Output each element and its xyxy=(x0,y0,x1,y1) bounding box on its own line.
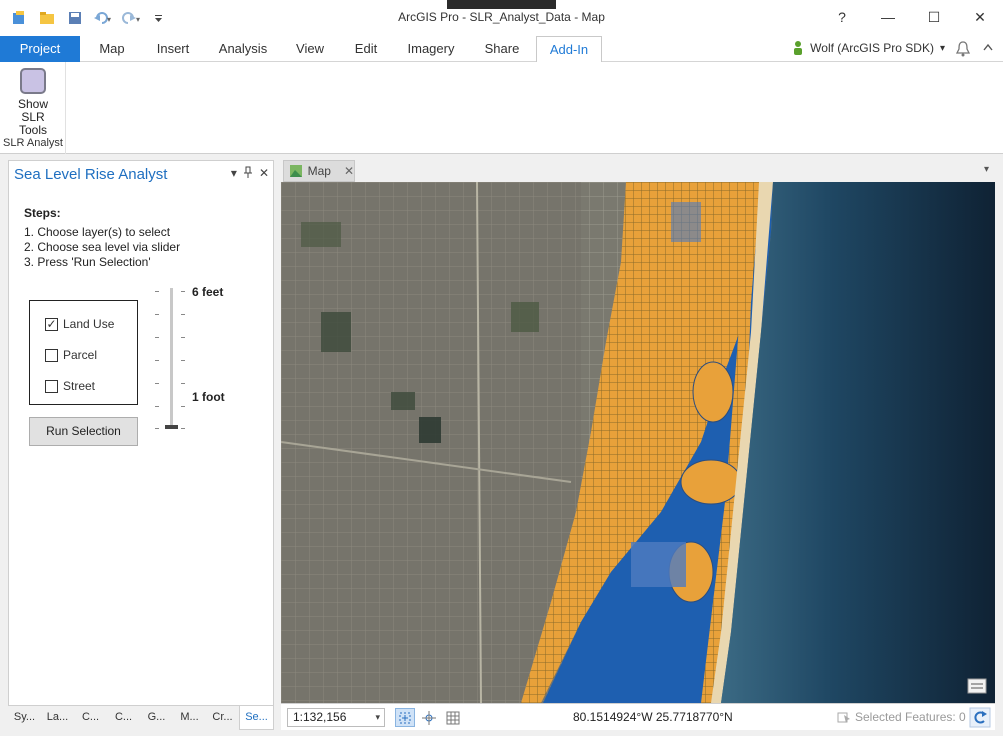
user-dropdown-icon: ▾ xyxy=(939,42,945,54)
parcel-label: Parcel xyxy=(63,348,98,362)
run-selection-button[interactable]: Run Selection xyxy=(29,417,138,446)
user-icon xyxy=(794,41,803,55)
checkbox-unchecked-icon xyxy=(45,348,58,362)
tab-geoprocessing[interactable]: G... xyxy=(140,706,173,730)
map-tabs-dropdown-icon[interactable]: ▾ xyxy=(984,164,989,175)
selected-features-icon xyxy=(837,712,850,723)
ribbon-panel: Show SLR Tools SLR Analyst xyxy=(0,62,1003,154)
map-tab[interactable]: Map ✕ xyxy=(283,160,355,182)
pane-title: Sea Level Rise Analyst xyxy=(14,166,168,183)
slider-tick xyxy=(155,383,159,384)
tab-symbology[interactable]: Sy... xyxy=(8,706,41,730)
help-button[interactable]: ? xyxy=(819,0,865,34)
map-canvas[interactable] xyxy=(281,182,995,703)
ribbon-collapse-icon[interactable] xyxy=(983,42,993,54)
land-use-label: Land Use xyxy=(63,317,115,331)
tab-imagery[interactable]: Imagery xyxy=(400,36,462,62)
map-tab-bar: Map ✕ ▾ xyxy=(281,160,995,182)
land-use-checkbox[interactable]: ✓ Land Use xyxy=(45,317,114,331)
street-checkbox[interactable]: Street xyxy=(45,379,95,393)
slider-tick xyxy=(181,428,185,429)
slider-thumb[interactable] xyxy=(165,425,178,429)
pane-close-icon[interactable]: ✕ xyxy=(259,166,269,181)
maximize-button[interactable]: ☐ xyxy=(911,0,957,34)
ribbon-group-slr-analyst: Show SLR Tools SLR Analyst xyxy=(0,62,66,154)
snapping-icon[interactable] xyxy=(419,708,439,727)
ribbon-group-label: SLR Analyst xyxy=(3,137,63,149)
map-icon xyxy=(290,165,302,177)
pane-controls: ▾ ✕ xyxy=(231,166,269,181)
user-account[interactable]: Wolf (ArcGIS Pro SDK) ▾ xyxy=(792,40,945,56)
slider-max-label: 6 feet xyxy=(192,285,224,299)
tab-sea-level[interactable]: Se... xyxy=(239,706,274,730)
map-tab-close-icon[interactable]: ✕ xyxy=(344,164,354,178)
selected-features-label: Selected Features: 0 xyxy=(855,710,966,724)
scale-value: 1:132,156 xyxy=(293,710,347,724)
slider-tick xyxy=(181,314,185,315)
map-status-bar: 1:132,156 ▾ 80.1514924°W 25.7718770°N Se… xyxy=(281,703,995,730)
tab-catalog[interactable]: C... xyxy=(74,706,107,730)
coordinate-readout: 80.1514924°W 25.7718770°N xyxy=(573,710,733,724)
step-1: 1. Choose layer(s) to select xyxy=(24,225,171,239)
tab-edit[interactable]: Edit xyxy=(346,36,386,62)
title-notch xyxy=(447,0,556,9)
slider-tick xyxy=(155,314,159,315)
pin-icon[interactable] xyxy=(243,166,253,181)
tab-analysis[interactable]: Analysis xyxy=(212,36,274,62)
close-button[interactable]: ✕ xyxy=(957,0,1003,34)
tab-insert[interactable]: Insert xyxy=(148,36,198,62)
street-label: Street xyxy=(63,379,96,393)
layer-selection-box: ✓ Land Use Parcel Street xyxy=(29,300,138,405)
step-2: 2. Choose sea level via slider xyxy=(24,240,181,254)
slider-tick xyxy=(155,337,159,338)
grid-icon[interactable] xyxy=(443,708,463,727)
slider-min-label: 1 foot xyxy=(192,390,225,404)
notification-bell-icon[interactable] xyxy=(955,40,971,61)
map-tab-label: Map xyxy=(307,164,331,178)
tab-view[interactable]: View xyxy=(288,36,332,62)
slider-tick xyxy=(181,337,185,338)
tab-create[interactable]: Cr... xyxy=(206,706,239,730)
sea-level-rise-pane: Sea Level Rise Analyst ▾ ✕ Steps: 1. Cho… xyxy=(8,160,274,706)
tab-contents[interactable]: C... xyxy=(107,706,140,730)
scale-selector[interactable]: 1:132,156 ▾ xyxy=(287,708,385,727)
tab-add-in[interactable]: Add-In xyxy=(536,36,602,63)
title-bar: ▾ ▾ ArcGIS Pro - SLR_Analyst_Data - Map … xyxy=(0,0,1003,36)
show-slr-tools-label-2: SLR Tools xyxy=(18,110,47,137)
tab-map[interactable]: Map xyxy=(90,36,134,62)
ribbon-tabs: Project Map Insert Analysis View Edit Im… xyxy=(0,36,1003,63)
tab-modify[interactable]: M... xyxy=(173,706,206,730)
pane-bottom-tabs: Sy... La... C... C... G... M... Cr... Se… xyxy=(8,706,274,730)
slider-tick xyxy=(155,428,159,429)
slider-tick xyxy=(181,406,185,407)
slider-track[interactable] xyxy=(170,288,173,428)
slider-tick xyxy=(181,383,185,384)
parcel-checkbox[interactable]: Parcel xyxy=(45,348,97,362)
user-name: Wolf (ArcGIS Pro SDK) xyxy=(810,41,934,55)
map-overlay-button[interactable] xyxy=(967,678,987,694)
pane-options-icon[interactable]: ▾ xyxy=(231,166,237,181)
minimize-button[interactable]: — xyxy=(865,0,911,34)
fixed-zoom-icon[interactable] xyxy=(395,708,415,727)
scale-dropdown-icon: ▾ xyxy=(375,712,380,722)
show-slr-tools-button[interactable]: Show SLR Tools xyxy=(6,68,60,137)
tab-layout[interactable]: La... xyxy=(41,706,74,730)
window-controls: ? — ☐ ✕ xyxy=(819,0,1003,34)
refresh-icon[interactable] xyxy=(969,707,991,728)
status-tools xyxy=(395,708,463,727)
slider-tick xyxy=(181,360,185,361)
selected-features[interactable]: Selected Features: 0 xyxy=(837,710,966,724)
tab-project[interactable]: Project xyxy=(0,36,80,62)
steps-heading: Steps: xyxy=(24,206,61,220)
slider-tick xyxy=(181,291,185,292)
checkbox-unchecked-icon xyxy=(45,379,58,393)
tab-share[interactable]: Share xyxy=(476,36,528,62)
checkbox-checked-icon: ✓ xyxy=(45,316,58,331)
slr-tools-icon xyxy=(20,68,46,94)
slider-tick xyxy=(155,406,159,407)
slider-tick xyxy=(155,360,159,361)
slider-tick xyxy=(155,291,159,292)
step-3: 3. Press 'Run Selection' xyxy=(24,255,151,269)
